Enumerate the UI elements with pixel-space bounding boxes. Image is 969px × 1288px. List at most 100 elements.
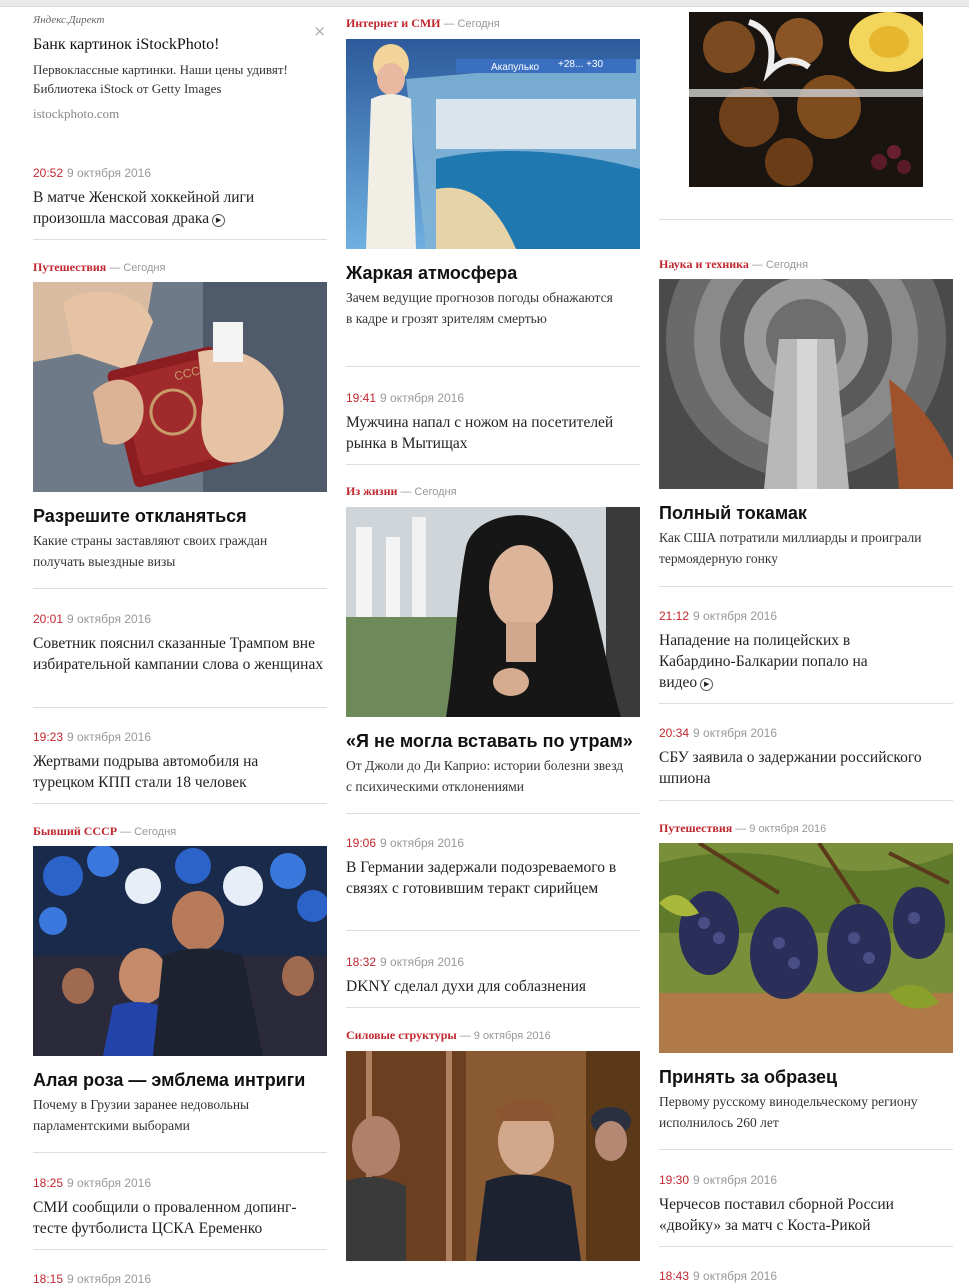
weather-city-label: Акапулько [491,62,540,73]
divider [33,239,327,240]
feature-headline[interactable]: Разрешите откланяться [33,505,328,527]
rubric-date: 9 октября 2016 [473,1030,551,1042]
divider [346,366,640,367]
divider [33,1152,327,1153]
news-item[interactable]: 19:23 9 октября 2016 Жертвами подрыва ав… [33,728,328,793]
news-time: 19:30 [659,1173,690,1187]
news-date: 9 октября 2016 [67,1272,152,1286]
news-item-partial[interactable]: 18:43 9 октября 2016 [659,1267,954,1285]
news-item[interactable]: 21:12 9 октября 2016 Нападение на полице… [659,607,954,693]
section-link[interactable]: Из жизни [346,484,397,498]
news-time: 20:52 [33,166,64,180]
feature-headline[interactable]: Алая роза — эмблема интриги [33,1069,328,1091]
news-item-partial[interactable]: 18:15 9 октября 2016 [33,1270,328,1288]
rubric-date: Сегодня [765,259,809,271]
news-title[interactable]: Черчесов поставил сборной России «двойку… [659,1194,953,1236]
news-time: 19:41 [346,391,377,405]
divider [33,803,327,804]
ad-title[interactable]: Банк картинок iStockPhoto! [33,36,328,54]
news-time: 19:06 [346,836,377,850]
feature-image-passport[interactable]: СССР [33,282,327,492]
section-link[interactable]: Путешествия [659,821,732,835]
divider [346,813,640,814]
ad-text: Первоклассные картинки. Наши цены удивят… [33,62,288,96]
feature-headline[interactable]: «Я не могла вставать по утрам» [346,730,641,752]
news-date: 9 октября 2016 [693,609,778,623]
news-item[interactable]: 18:25 9 октября 2016 СМИ сообщили о пров… [33,1174,328,1239]
video-play-icon: ▶ [700,678,714,691]
news-date: 9 октября 2016 [380,391,465,405]
news-title[interactable]: В Германии задержали подозреваемого в св… [346,857,640,899]
rubric: Наука и техника — Сегодня [659,257,809,271]
news-title[interactable]: Советник пояснил сказанные Трампом вне и… [33,633,327,675]
close-icon[interactable]: × [313,22,326,40]
news-item[interactable]: 20:34 9 октября 2016 СБУ заявила о задер… [659,724,954,789]
news-item[interactable]: 19:41 9 октября 2016 Мужчина напал с нож… [346,389,641,454]
news-time: 18:15 [33,1272,64,1286]
news-title[interactable]: СБУ заявила о задержании российского шпи… [659,747,953,789]
rubric: Интернет и СМИ — Сегодня [346,16,500,30]
news-time: 19:23 [33,730,64,744]
rubric: Из жизни — Сегодня [346,484,457,498]
news-time: 18:43 [659,1269,690,1283]
feature-image-court[interactable] [346,1051,640,1261]
rubric-date: Сегодня [414,486,457,498]
feature-subtitle: От Джоли до Ди Каприо: истории болезни з… [346,758,624,794]
divider [346,464,640,465]
browser-top-edge [0,0,969,7]
feature-image-portrait[interactable] [346,507,640,717]
rubric: Бывший СССР — Сегодня [33,824,177,838]
divider [346,930,640,931]
feature-subtitle: Зачем ведущие прогнозов погоды обнажаютс… [346,290,613,326]
rubric: Силовые структуры — 9 октября 2016 [346,1028,551,1042]
news-date: 9 октября 2016 [67,612,152,626]
news-item[interactable]: 19:30 9 октября 2016 Черчесов поставил с… [659,1171,954,1236]
news-title[interactable]: СМИ сообщили о проваленном допинг-тесте … [33,1197,327,1239]
news-time: 18:25 [33,1176,64,1190]
news-item[interactable]: 20:52 9 октября 2016 В матче Женской хок… [33,164,328,229]
section-link[interactable]: Интернет и СМИ [346,16,441,30]
news-item[interactable]: 18:32 9 октября 2016 DKNY сделал духи дл… [346,953,641,997]
feature-subtitle: Какие страны заставляют своих граждан по… [33,533,268,569]
news-item[interactable]: 20:01 9 октября 2016 Советник пояснил ск… [33,610,328,675]
feature-image-rally[interactable] [33,846,327,1056]
divider [659,219,953,220]
ad-block[interactable]: Яндекс.Директ × Банк картинок iStockPhot… [33,14,328,134]
feature-image-food[interactable] [689,12,923,187]
feature-image-vineyard[interactable] [659,843,953,1053]
section-link[interactable]: Наука и техника [659,257,749,271]
rubric: Путешествия — 9 октября 2016 [659,821,827,835]
news-title[interactable]: Нападение на полицейских в Кабардино-Бал… [659,632,868,691]
news-date: 9 октября 2016 [67,166,152,180]
feature-headline[interactable]: Полный токамак [659,502,954,524]
divider [33,1249,327,1250]
feature-subtitle: Первому русскому винодельческому региону… [659,1094,918,1130]
feature-subtitle: Как США потратили миллиарды и проиграли … [659,530,922,566]
divider [659,703,953,704]
divider [346,1007,640,1008]
ad-url[interactable]: istockphoto.com [33,106,328,122]
feature-headline[interactable]: Жаркая атмосфера [346,262,641,284]
news-date: 9 октября 2016 [693,726,778,740]
rubric-date: Сегодня [457,18,500,30]
feature-image-tokamak[interactable] [659,279,953,489]
feature-image-weather[interactable]: Акапулько +28... +30 [346,39,640,249]
news-date: 9 октября 2016 [380,836,465,850]
section-link[interactable]: Силовые структуры [346,1028,457,1042]
news-title[interactable]: Жертвами подрыва автомобиля на турецком … [33,751,303,793]
news-date: 9 октября 2016 [67,730,152,744]
news-date: 9 октября 2016 [693,1269,778,1283]
feature-headline[interactable]: Принять за образец [659,1066,954,1088]
news-time: 20:01 [33,612,64,626]
divider [659,1149,953,1150]
news-item[interactable]: 19:06 9 октября 2016 В Германии задержал… [346,834,641,899]
rubric-date: 9 октября 2016 [749,823,827,835]
news-date: 9 октября 2016 [693,1173,778,1187]
section-link[interactable]: Путешествия [33,260,106,274]
section-link[interactable]: Бывший СССР [33,824,117,838]
news-time: 20:34 [659,726,690,740]
divider [33,707,327,708]
news-title[interactable]: Мужчина напал с ножом на посетителей рын… [346,412,640,454]
news-title[interactable]: DKNY сделал духи для соблазнения [346,976,640,997]
news-time: 18:32 [346,955,377,969]
